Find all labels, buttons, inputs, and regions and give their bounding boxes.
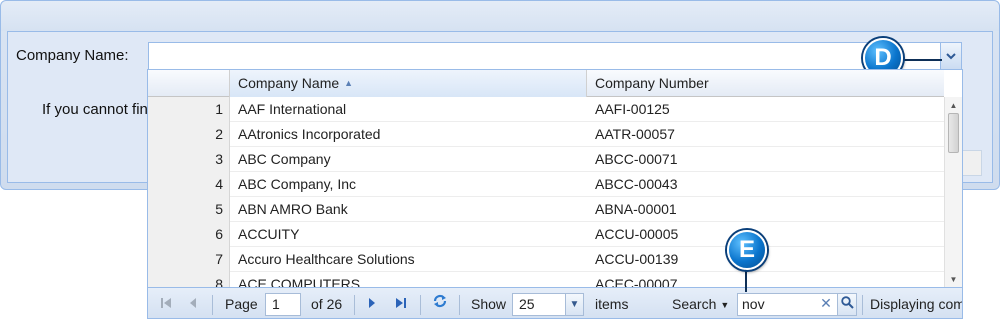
items-label: items: [595, 296, 629, 312]
row-number: 2: [148, 122, 230, 147]
company-number-cell: AATR-00057: [595, 126, 675, 142]
company-name-cell: ABN AMRO Bank: [238, 201, 348, 217]
search-label: Search: [672, 296, 717, 312]
company-number-cell: ABCC-00043: [595, 176, 678, 192]
company-name-cell: Accuro Healthcare Solutions: [238, 251, 415, 267]
magnifier-icon[interactable]: [837, 293, 857, 316]
company-name-cell: AAtronics Incorporated: [238, 126, 381, 142]
company-number-cell: ABNA-00001: [595, 201, 677, 217]
page-count-label: of 26: [311, 296, 343, 312]
toolbar-separator: [354, 295, 355, 315]
prev-page-icon[interactable]: [183, 288, 203, 318]
paging-toolbar: Page 1 of 26 Show 25 ▼ items Search ▼ nov…: [148, 287, 963, 318]
hint-text: If you cannot find: [42, 101, 148, 118]
displaying-info: Displaying comp: [870, 296, 963, 312]
company-name-label: Company Name:: [16, 47, 129, 64]
rownum-header: [148, 70, 230, 97]
company-dropdown-grid: Company Name ▲ Company Number 1 AAF Inter…: [147, 69, 963, 319]
row-number: 4: [148, 172, 230, 197]
table-row[interactable]: 8 ACE COMPUTERS ACEC-00007: [148, 272, 944, 287]
page-size-value: 25: [519, 296, 535, 312]
show-label: Show: [471, 296, 507, 312]
row-number: 6: [148, 222, 230, 247]
callout-e-badge: E: [727, 230, 767, 270]
toolbar-separator: [212, 295, 213, 315]
chevron-down-icon[interactable]: ▼: [565, 294, 583, 315]
chevron-down-icon: ▼: [720, 300, 730, 310]
company-name-header-label: Company Name: [238, 75, 340, 91]
row-number: 8: [148, 272, 230, 287]
hidden-button-edge[interactable]: [962, 150, 982, 176]
row-number: 3: [148, 147, 230, 172]
company-name-cell: ABC Company, Inc: [238, 176, 357, 192]
scrollbar-thumb[interactable]: [948, 113, 959, 153]
last-page-icon[interactable]: [391, 288, 411, 318]
company-name-cell: ACCUITY: [238, 226, 300, 242]
company-name-cell: ABC Company: [238, 151, 331, 167]
first-page-icon[interactable]: [156, 288, 176, 318]
table-row[interactable]: 4 ABC Company, Inc ABCC-00043: [148, 172, 944, 197]
company-number-cell: AAFI-00125: [595, 101, 670, 117]
table-row[interactable]: 1 AAF International AAFI-00125: [148, 97, 944, 122]
callout-d-line: [904, 59, 942, 61]
table-row[interactable]: 6 ACCUITY ACCU-00005: [148, 222, 944, 247]
sort-ascending-icon: ▲: [344, 78, 354, 88]
grid-header: Company Name ▲ Company Number: [148, 70, 944, 97]
refresh-icon[interactable]: [430, 288, 450, 318]
company-name-cell: AAF International: [238, 101, 347, 117]
company-number-cell: ACEC-00007: [595, 276, 678, 287]
toolbar-separator: [459, 295, 460, 315]
clear-icon[interactable]: ✕: [816, 293, 836, 316]
table-row[interactable]: 3 ABC Company ABCC-00071: [148, 147, 944, 172]
company-number-cell: ABCC-00071: [595, 151, 678, 167]
company-number-column-header[interactable]: Company Number: [587, 70, 944, 97]
table-row[interactable]: 7 Accuro Healthcare Solutions ACCU-00139: [148, 247, 944, 272]
toolbar-separator: [420, 295, 421, 315]
combo-trigger-button[interactable]: [940, 42, 962, 70]
company-name-cell: ACE COMPUTERS: [238, 276, 361, 287]
row-number: 5: [148, 197, 230, 222]
page-label: Page: [225, 296, 258, 312]
table-row[interactable]: 2 AAtronics Incorporated AATR-00057: [148, 122, 944, 147]
next-page-icon[interactable]: [362, 288, 382, 318]
scroll-up-icon[interactable]: ▲: [945, 99, 962, 113]
search-menu-button[interactable]: Search ▼: [672, 288, 730, 318]
company-name-combo-input[interactable]: [148, 42, 940, 70]
window-header: [1, 1, 999, 31]
chevron-down-icon: [946, 52, 956, 59]
toolbar-separator: [862, 295, 863, 315]
page-number-input[interactable]: 1: [265, 293, 301, 316]
vertical-scrollbar[interactable]: ▲ ▼: [944, 97, 962, 287]
company-name-column-header[interactable]: Company Name ▲: [230, 70, 587, 97]
row-number: 1: [148, 97, 230, 122]
grid-body: 1 AAF International AAFI-00125 2 AAtroni…: [148, 97, 944, 287]
row-number: 7: [148, 247, 230, 272]
scroll-down-icon[interactable]: ▼: [945, 273, 962, 287]
table-row[interactable]: 5 ABN AMRO Bank ABNA-00001: [148, 197, 944, 222]
page-size-select[interactable]: 25 ▼: [512, 293, 584, 316]
